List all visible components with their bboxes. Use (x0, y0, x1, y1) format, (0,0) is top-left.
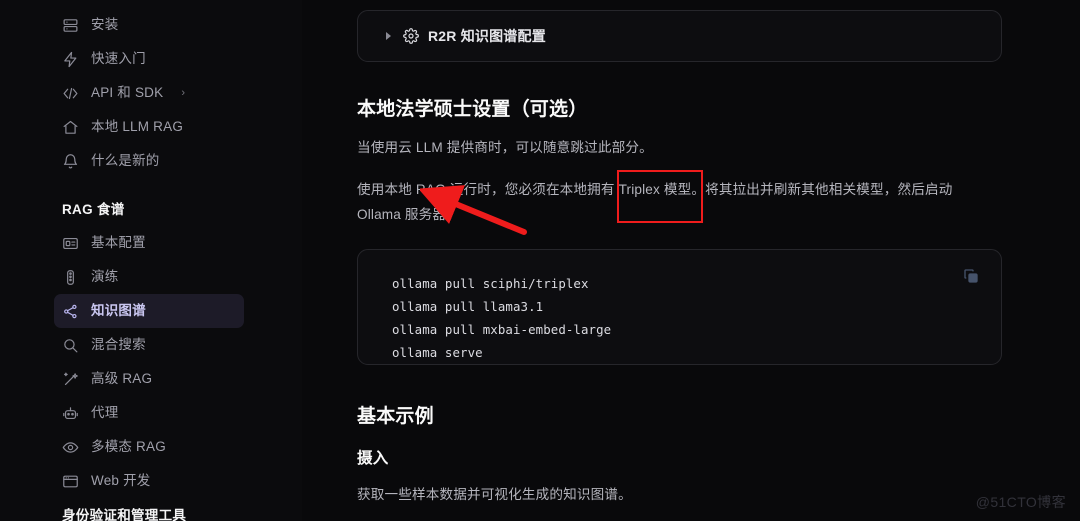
sidebar-item-label: 基本配置 (91, 235, 146, 251)
sidebar-item-label: 安装 (91, 17, 119, 33)
sidebar-item-top-0[interactable]: 安装 (54, 8, 244, 42)
copy-icon[interactable] (963, 268, 979, 284)
sidebar-item-top-4[interactable]: 什么是新的 (54, 144, 244, 178)
vertical-dots-icon (62, 269, 79, 286)
paragraph-ingest-note: 获取一些样本数据并可视化生成的知识图谱。 (357, 487, 632, 502)
home-icon (62, 119, 79, 136)
sidebar-item-top-2[interactable]: API 和 SDK › (54, 76, 244, 110)
browser-icon (62, 473, 79, 490)
sidebar-item-label: Web 开发 (91, 473, 151, 489)
accordion-title: R2R 知识图谱配置 (428, 28, 546, 44)
sidebar-item-label: 快速入门 (91, 51, 146, 67)
sidebar-group-title-auth: 身份验证和管理工具 (62, 508, 187, 521)
code-block-text: ollama pull sciphi/triplex ollama pull l… (392, 276, 612, 360)
sidebar-item-rag-0[interactable]: 基本配置 (54, 226, 244, 260)
bell-icon (62, 153, 79, 170)
main-content: R2R 知识图谱配置 本地法学硕士设置（可选） 当使用云 LLM 提供商时，可以… (302, 0, 1080, 521)
server-icon (62, 17, 79, 34)
sidebar-top-nav-list: 安装快速入门 API 和 SDK › 本地 LLM RAG 什么是新的 (0, 8, 302, 178)
sidebar-item-rag-3[interactable]: 混合搜索 (54, 328, 244, 362)
paragraph-local-rag-note: 使用本地 RAG 运行时，您必须在本地拥有 Triplex 模型。将其拉出并刷新… (357, 182, 953, 222)
sidebar-item-top-1[interactable]: 快速入门 (54, 42, 244, 76)
sidebar-item-label: 高级 RAG (91, 371, 153, 387)
sidebar-item-rag-4[interactable]: 高级 RAG (54, 362, 244, 396)
page-section-heading: 本地法学硕士设置（可选） (357, 99, 588, 120)
sidebar-item-label: 本地 LLM RAG (91, 119, 184, 135)
eye-icon (62, 439, 79, 456)
sidebar-item-label: 演练 (91, 269, 119, 285)
sidebar-item-label: 混合搜索 (91, 337, 146, 353)
robot-icon (62, 405, 79, 422)
code-icon (62, 85, 79, 102)
app-root: 安装快速入门 API 和 SDK › 本地 LLM RAG 什么是新的 RAG 食谱 基… (0, 0, 1080, 521)
sidebar-rag-nav-list: 基本配置演练知识图谱混合搜索高级 RAG 代理多模态 RAG Web 开发 (0, 226, 302, 498)
sidebar-top-spacer (0, 0, 302, 8)
id-card-icon (62, 235, 79, 252)
page-section-heading-basic-example: 基本示例 (357, 406, 434, 427)
chevron-right-icon[interactable]: › (181, 87, 185, 99)
sidebar[interactable]: 安装快速入门 API 和 SDK › 本地 LLM RAG 什么是新的 RAG 食谱 基… (0, 0, 302, 521)
accordion-r2r-knowledge-graph-config[interactable]: R2R 知识图谱配置 (357, 10, 1002, 62)
sidebar-group-title-rag: RAG 食谱 (62, 202, 125, 217)
paragraph-cloud-llm-note: 当使用云 LLM 提供商时，可以随意跳过此部分。 (357, 140, 653, 155)
sidebar-item-label: 代理 (91, 405, 119, 421)
sidebar-item-label: 多模态 RAG (91, 439, 166, 455)
sidebar-item-rag-1[interactable]: 演练 (54, 260, 244, 294)
sidebar-item-rag-6[interactable]: 多模态 RAG (54, 430, 244, 464)
sidebar-item-label: API 和 SDK (91, 85, 164, 101)
sidebar-item-rag-7[interactable]: Web 开发 (54, 464, 244, 498)
sidebar-item-rag-5[interactable]: 代理 (54, 396, 244, 430)
sidebar-item-rag-2[interactable]: 知识图谱 (54, 294, 244, 328)
sidebar-item-label: 知识图谱 (91, 303, 146, 319)
page-subsection-heading-ingest: 摄入 (357, 450, 389, 467)
code-block-ollama-commands: ollama pull sciphi/triplex ollama pull l… (357, 249, 1002, 365)
sparkle-wand-icon (62, 371, 79, 388)
sidebar-item-top-3[interactable]: 本地 LLM RAG (54, 110, 244, 144)
gear-icon (403, 28, 419, 44)
watermark: @51CTO博客 (975, 494, 1066, 510)
triangle-right-icon[interactable] (386, 32, 391, 40)
sidebar-item-label: 什么是新的 (91, 153, 160, 169)
graph-icon (62, 303, 79, 320)
lightning-icon (62, 51, 79, 68)
search-icon (62, 337, 79, 354)
